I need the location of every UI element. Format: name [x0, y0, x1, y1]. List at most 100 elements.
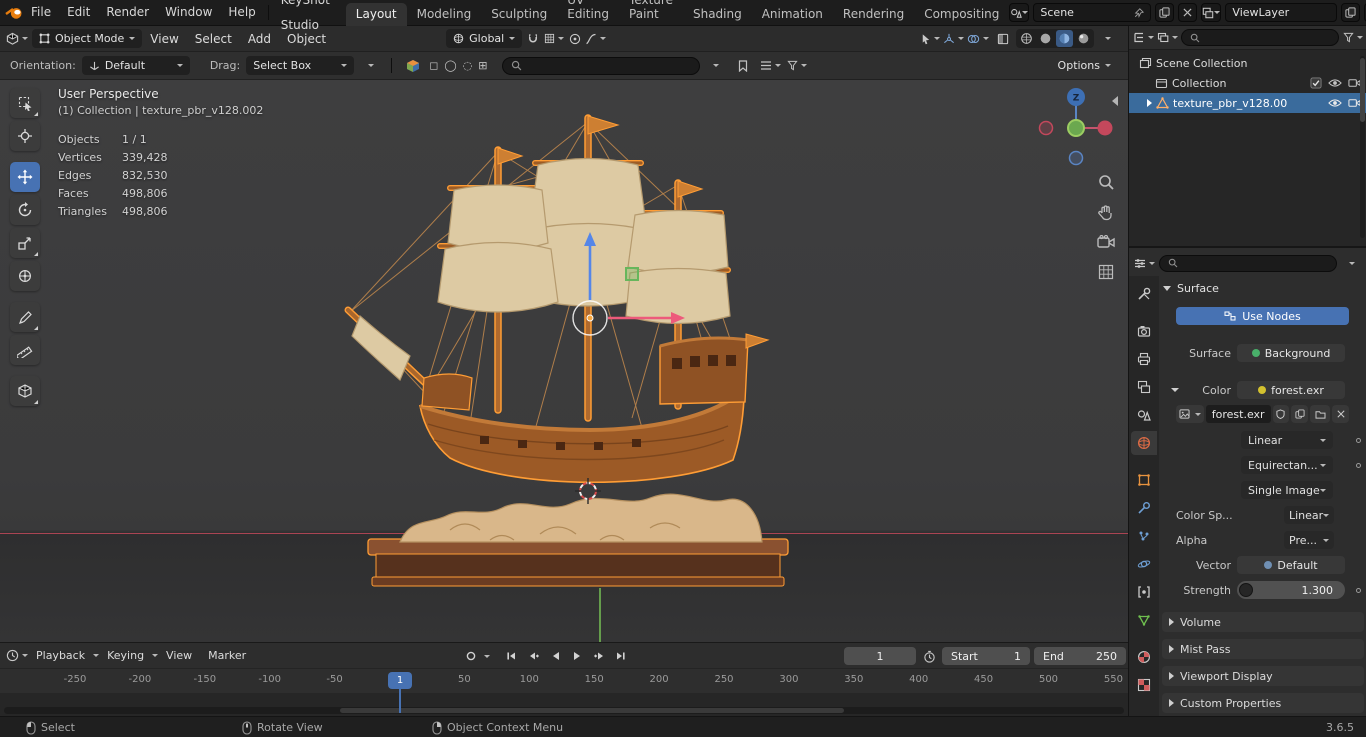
proportional-editing-toggle[interactable]	[564, 29, 585, 48]
cursor-tool[interactable]	[10, 121, 40, 151]
scene-name-field[interactable]: Scene	[1033, 3, 1152, 22]
checkbox-icon[interactable]	[1310, 77, 1322, 89]
add-cube-tool[interactable]	[10, 376, 40, 406]
jump-to-end-button[interactable]	[612, 647, 630, 665]
strength-slider[interactable]: 1.300	[1237, 581, 1345, 599]
properties-search-input[interactable]	[1159, 254, 1337, 272]
tab-shading[interactable]: Shading	[683, 3, 752, 26]
tab-uv-editing[interactable]: UV Editing	[557, 0, 619, 26]
navigation-gizmo[interactable]: Z	[1034, 86, 1118, 170]
next-keyframe-button[interactable]	[590, 647, 608, 665]
colorspace-dropdown[interactable]: Linear	[1284, 506, 1334, 524]
volume-panel-header[interactable]: Volume	[1162, 612, 1364, 632]
play-reverse-button[interactable]	[546, 647, 564, 665]
tab-tool-properties[interactable]	[1131, 282, 1157, 306]
search-options-dropdown[interactable]	[706, 56, 727, 75]
play-button[interactable]	[568, 647, 586, 665]
menu-keyshot-studio[interactable]: KeyShot Studio	[273, 0, 338, 38]
tab-object-data-properties[interactable]	[1131, 608, 1157, 632]
editor-type-timeline-button[interactable]	[6, 646, 28, 665]
tab-constraint-properties[interactable]	[1131, 580, 1157, 604]
outliner-filter-button[interactable]	[1342, 28, 1363, 47]
interpolation-dropdown[interactable]: Linear	[1241, 431, 1333, 449]
timeline-scrollbar-thumb[interactable]	[340, 708, 844, 713]
shading-material-preview-button[interactable]	[1056, 30, 1073, 47]
expand-icon[interactable]	[1147, 99, 1152, 107]
shading-settings-dropdown[interactable]	[1097, 29, 1118, 48]
tab-material-properties[interactable]	[1131, 645, 1157, 669]
custom-properties-panel-header[interactable]: Custom Properties	[1162, 693, 1364, 713]
transform-orientation-dropdown[interactable]: Global	[446, 29, 523, 48]
menu-help[interactable]: Help	[220, 0, 263, 25]
tab-compositing[interactable]: Compositing	[914, 3, 1009, 26]
menu-file[interactable]: File	[23, 0, 59, 25]
menu-playback[interactable]: Playback	[28, 649, 93, 662]
scale-tool[interactable]	[10, 228, 40, 258]
end-frame-field[interactable]: End 250	[1034, 647, 1126, 665]
eye-icon[interactable]	[1328, 98, 1342, 108]
viewport-3d[interactable]: Z User Perspective (1) Collection | text…	[0, 80, 1128, 642]
outliner-display-mode-button[interactable]	[1157, 28, 1178, 47]
editor-type-outliner-button[interactable]	[1133, 28, 1154, 47]
image-browse-button[interactable]	[1176, 405, 1204, 423]
object-visibility-dropdown[interactable]	[919, 29, 940, 48]
menu-render[interactable]: Render	[98, 0, 157, 25]
playhead[interactable]: 1	[388, 672, 412, 689]
animate-decorator[interactable]	[1356, 437, 1361, 443]
start-frame-field[interactable]: Start 1	[942, 647, 1030, 665]
orientation-default-dropdown[interactable]: Default	[81, 56, 190, 75]
snap-circle-icon[interactable]: ◯	[444, 60, 456, 71]
current-frame-field[interactable]: 1	[844, 647, 916, 665]
tab-sculpting[interactable]: Sculpting	[481, 3, 557, 26]
animate-decorator[interactable]	[1356, 462, 1361, 468]
outliner-search-input[interactable]	[1181, 29, 1339, 46]
sidebar-toggle-arrow[interactable]	[1112, 96, 1118, 106]
snap-settings-dropdown[interactable]	[543, 29, 564, 48]
gizmo-x-neg-axis[interactable]	[1038, 120, 1054, 136]
new-scene-button[interactable]	[1155, 3, 1175, 22]
gizmo-y-axis[interactable]	[1067, 119, 1085, 137]
tab-world-properties[interactable]	[1131, 431, 1157, 455]
menu-edit[interactable]: Edit	[59, 0, 98, 25]
timeline-scrollbar[interactable]	[4, 707, 1124, 714]
drag-mode-dropdown[interactable]: Select Box	[246, 56, 355, 75]
tab-texture-paint[interactable]: Texture Paint	[619, 0, 683, 26]
snap-toggle[interactable]	[522, 29, 543, 48]
snap-dotted-icon[interactable]: ◌	[463, 60, 473, 71]
measure-tool[interactable]	[10, 335, 40, 365]
annotate-tool[interactable]	[10, 302, 40, 332]
new-viewlayer-button[interactable]	[1341, 3, 1361, 22]
show-overlays-dropdown[interactable]	[967, 29, 989, 48]
tab-output-properties[interactable]	[1131, 347, 1157, 371]
timeline-ruler[interactable]: 1 -250-200-150-100-501501001502002503003…	[0, 669, 1128, 693]
rotate-tool[interactable]	[10, 195, 40, 225]
animate-decorator[interactable]	[1356, 587, 1361, 593]
vector-input-button[interactable]: Default	[1237, 556, 1345, 574]
auto-keying-toggle[interactable]	[462, 647, 480, 665]
viewlayer-browse-button[interactable]	[1201, 3, 1222, 22]
surface-panel-header[interactable]: Surface	[1163, 279, 1219, 298]
alpha-mode-dropdown[interactable]: Pre...	[1284, 531, 1334, 549]
properties-options-dropdown[interactable]	[1341, 254, 1362, 273]
toggle-xray-button[interactable]	[992, 29, 1013, 48]
editor-type-properties-button[interactable]	[1134, 254, 1155, 273]
tab-render-properties[interactable]	[1131, 319, 1157, 343]
outliner-scrollbar[interactable]	[1360, 56, 1365, 238]
select-box-tool[interactable]	[10, 88, 40, 118]
use-preview-range-toggle[interactable]	[920, 647, 938, 665]
shading-wireframe-button[interactable]	[1018, 30, 1035, 47]
use-nodes-button[interactable]: Use Nodes	[1176, 307, 1349, 325]
menu-marker[interactable]: Marker	[200, 649, 254, 662]
surface-shader-button[interactable]: Background	[1237, 344, 1345, 362]
menu-keying[interactable]: Keying	[99, 649, 152, 662]
jump-to-start-button[interactable]	[502, 647, 520, 665]
color-input-button[interactable]: forest.exr	[1237, 381, 1345, 399]
duplicate-image-button[interactable]	[1291, 405, 1308, 423]
pin-icon[interactable]	[1134, 7, 1145, 18]
tab-object-properties[interactable]	[1131, 468, 1157, 492]
proportional-falloff-dropdown[interactable]	[585, 29, 607, 48]
blender-logo-icon[interactable]	[4, 3, 23, 22]
mist-pass-panel-header[interactable]: Mist Pass	[1162, 639, 1364, 659]
tab-scene-properties[interactable]	[1131, 403, 1157, 427]
snap-base-icon[interactable]: ◻	[429, 60, 438, 71]
